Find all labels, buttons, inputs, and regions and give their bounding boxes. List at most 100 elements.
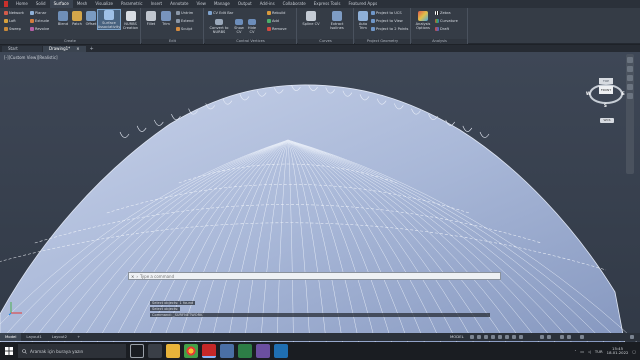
nurbs-creation-button[interactable]: NURBS Creation xyxy=(121,11,140,30)
windows-start-button[interactable] xyxy=(0,342,18,360)
panel-curves-title[interactable]: Curves xyxy=(298,39,353,44)
file-explorer-icon[interactable] xyxy=(166,344,180,358)
tab-annotate[interactable]: Annotate xyxy=(166,0,192,8)
application-menu-button[interactable] xyxy=(4,1,8,7)
notification-icon[interactable]: ▢ xyxy=(632,349,636,354)
spline-cv-button[interactable]: Spline CV xyxy=(300,11,322,26)
sweep-button[interactable]: Sweep xyxy=(4,27,21,31)
zoom-icon[interactable] xyxy=(627,75,633,81)
pan-icon[interactable] xyxy=(627,66,633,72)
tab-parametric[interactable]: Parametric xyxy=(117,0,147,8)
tab-featured-apps[interactable]: Featured Apps xyxy=(344,0,381,8)
panel-control-vertices-title[interactable]: Control Vertices xyxy=(205,39,296,44)
command-input[interactable] xyxy=(139,273,498,279)
showmotion-icon[interactable] xyxy=(627,93,633,99)
annotation-scale-icon[interactable] xyxy=(540,335,544,339)
tab-mesh[interactable]: Mesh xyxy=(73,0,92,8)
zebra-button[interactable]: Zebra xyxy=(435,11,451,15)
add-layout-button[interactable]: + xyxy=(72,333,85,341)
layout-tab-layout2[interactable]: Layout2 xyxy=(47,333,72,341)
language-indicator[interactable]: TUR xyxy=(595,349,603,354)
extract-isolines-button[interactable]: Extract Isolines xyxy=(324,11,350,30)
tab-surface[interactable]: Surface xyxy=(49,0,73,8)
app-icon[interactable] xyxy=(274,344,288,358)
tab-view[interactable]: View xyxy=(192,0,210,8)
extend-button[interactable]: Extend xyxy=(176,19,194,23)
steering-wheel-icon[interactable] xyxy=(627,57,633,63)
remove-cv-button[interactable]: Remove xyxy=(267,27,287,31)
taskbar-search-box[interactable]: Aramak için buraya yazın xyxy=(18,344,126,358)
tab-collaborate[interactable]: Collaborate xyxy=(279,0,310,8)
blend-button[interactable]: Blend xyxy=(56,11,70,26)
convert-to-nurbs-button[interactable]: Convert to NURBS xyxy=(207,19,231,34)
viewcube[interactable]: TOP FRONT N S E W WCS xyxy=(586,74,626,123)
autocad-taskbar-icon[interactable] xyxy=(202,344,216,358)
project-to-view-button[interactable]: Project to View xyxy=(371,19,403,23)
taskbar-clock[interactable]: 15:45 18.01.2022 xyxy=(607,346,629,356)
network-tray-icon[interactable]: ▭ xyxy=(580,349,584,354)
snap-icon[interactable] xyxy=(477,335,481,339)
grid-icon[interactable] xyxy=(470,335,474,339)
viewcube-top-face[interactable]: TOP xyxy=(599,78,613,84)
task-view-icon[interactable] xyxy=(130,344,144,358)
tab-insert[interactable]: Insert xyxy=(147,0,166,8)
patch-button[interactable]: Patch xyxy=(70,11,84,26)
panel-create-title[interactable]: Create xyxy=(0,39,140,44)
rebuild-button[interactable]: Rebuild xyxy=(267,11,285,15)
panel-project-geometry-title[interactable]: Project Geometry xyxy=(355,39,410,44)
orbit-icon[interactable] xyxy=(627,84,633,90)
otrack-icon[interactable] xyxy=(505,335,509,339)
close-command-line-icon[interactable]: × xyxy=(131,274,134,279)
cv-edit-bar-button[interactable]: CV Edit Bar xyxy=(208,11,233,15)
sculpt-button[interactable]: Sculpt xyxy=(176,27,192,31)
planar-button[interactable]: Planar xyxy=(30,11,46,15)
surface-associativity-button[interactable]: Surface Associativity xyxy=(97,9,121,30)
tab-home[interactable]: Home xyxy=(12,0,32,8)
widgets-icon[interactable] xyxy=(148,344,162,358)
panel-edit-title[interactable]: Edit xyxy=(142,39,203,44)
selection-cycling-icon[interactable] xyxy=(519,335,523,339)
trim-button[interactable]: Trim xyxy=(159,11,173,26)
panel-analysis-title[interactable]: Analysis xyxy=(412,39,467,44)
viewcube-front-face[interactable]: FRONT xyxy=(599,86,613,94)
analysis-options-button[interactable]: Analysis Options xyxy=(413,11,433,30)
app-icon[interactable] xyxy=(238,344,252,358)
network-button[interactable]: Network xyxy=(4,11,24,15)
viewport-controls-label[interactable]: [-][Custom View][Realistic] xyxy=(4,55,58,60)
volume-icon[interactable]: ◁ xyxy=(588,349,591,354)
hardware-acceleration-icon[interactable] xyxy=(567,335,571,339)
tab-express-tools[interactable]: Express Tools xyxy=(310,0,345,8)
extrude-button[interactable]: Extrude xyxy=(30,19,49,23)
project-to-ucs-button[interactable]: Project to UCS xyxy=(371,11,402,15)
layout-tab-layout1[interactable]: Layout1 xyxy=(21,333,46,341)
chrome-icon[interactable] xyxy=(184,344,198,358)
tray-chevron-icon[interactable]: ˄ xyxy=(574,349,576,354)
offset-button[interactable]: Offset xyxy=(84,11,98,26)
untrim-button[interactable]: Untrim xyxy=(176,11,193,15)
lineweight-icon[interactable] xyxy=(512,335,516,339)
draft-button[interactable]: Draft xyxy=(435,27,449,31)
polar-icon[interactable] xyxy=(491,335,495,339)
osnap-icon[interactable] xyxy=(498,335,502,339)
show-cv-button[interactable]: Show CV xyxy=(233,19,245,34)
layout-tab-model[interactable]: Model xyxy=(0,333,22,341)
ortho-icon[interactable] xyxy=(484,335,488,339)
drawing-viewport[interactable]: [-][Custom View][Realistic] TOP FRONT N … xyxy=(0,52,640,345)
auto-trim-button[interactable]: Auto Trim xyxy=(356,11,370,30)
revolve-button[interactable]: Revolve xyxy=(30,27,49,31)
tab-visualize[interactable]: Visualize xyxy=(91,0,117,8)
wcs-menu-button[interactable]: WCS xyxy=(600,118,614,123)
model-space-toggle[interactable]: MODEL xyxy=(450,333,464,341)
tab-solid[interactable]: Solid xyxy=(32,0,50,8)
curvature-button[interactable]: Curvature xyxy=(435,19,458,23)
hide-cv-button[interactable]: Hide CV xyxy=(246,19,258,34)
clean-screen-icon[interactable] xyxy=(580,335,584,339)
tab-manage[interactable]: Manage xyxy=(210,0,234,8)
app-icon[interactable] xyxy=(256,344,270,358)
fillet-button[interactable]: Fillet xyxy=(144,11,158,26)
loft-button[interactable]: Loft xyxy=(4,19,16,23)
workspace-gear-icon[interactable] xyxy=(547,335,551,339)
add-cv-button[interactable]: Add xyxy=(267,19,279,23)
tab-output[interactable]: Output xyxy=(234,0,256,8)
app-icon[interactable] xyxy=(220,344,234,358)
